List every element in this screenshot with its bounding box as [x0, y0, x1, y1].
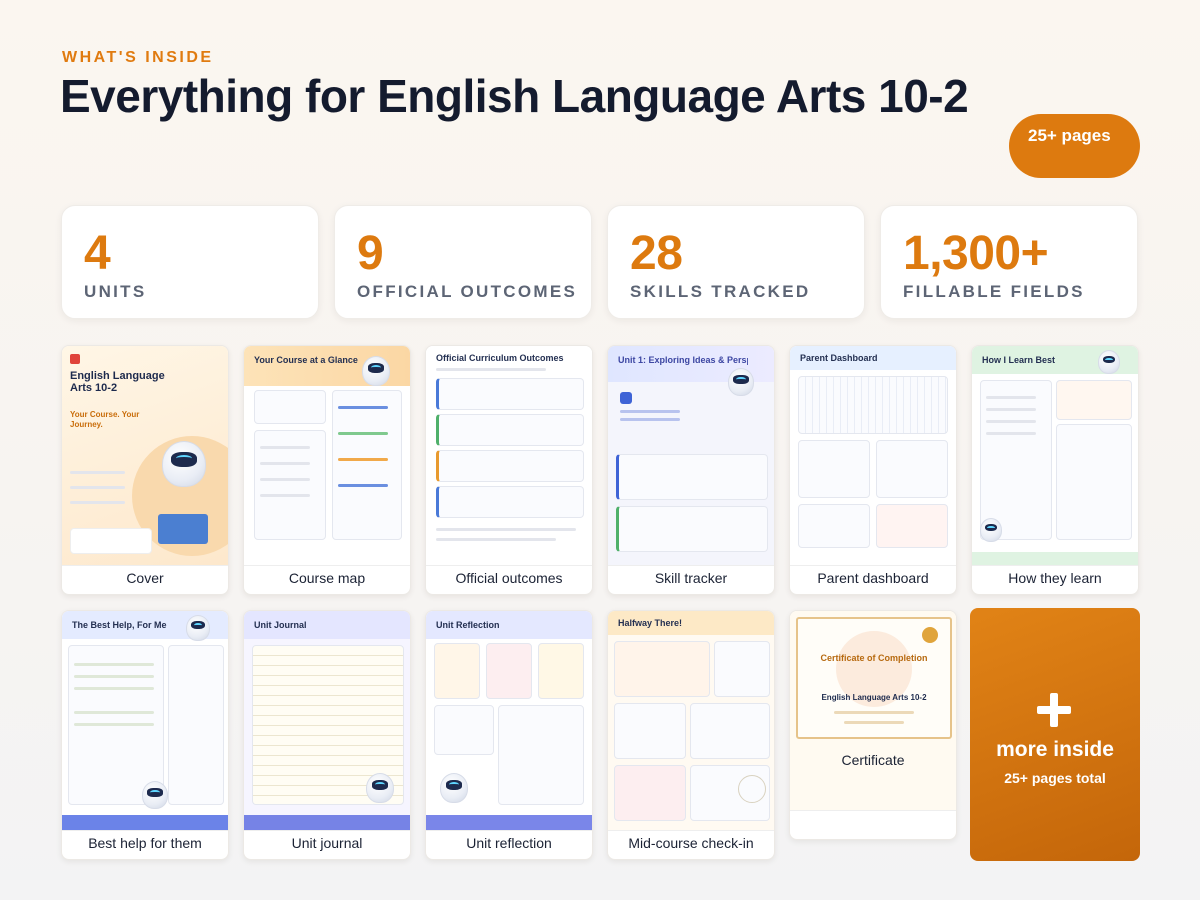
preview-card-unit-journal[interactable]: Unit Journal Unit journal: [243, 610, 411, 860]
more-inside-subtext: 25+ pages total: [1004, 770, 1106, 786]
preview-card-course-map[interactable]: Your Course at a Glance Course map: [243, 345, 411, 595]
preview-card-outcomes[interactable]: Official Curriculum Outcomes Official ou…: [425, 345, 593, 595]
card-caption: Mid-course check-in: [628, 835, 754, 851]
thumbnail-how-they-learn: How I Learn Best: [972, 346, 1138, 566]
thumb-title: English Language Arts 10-2: [70, 370, 165, 394]
stat-value: 4: [84, 227, 111, 280]
thumb-title: The Best Help, For Me: [72, 620, 167, 630]
robot-mascot-icon: [980, 518, 1002, 542]
thumbnail-course-map: Your Course at a Glance: [244, 346, 410, 566]
page-count-badge: 25+ pages: [1009, 114, 1140, 178]
stat-value: 9: [357, 227, 384, 280]
thumb-subtitle: Your Course. Your Journey.: [70, 410, 140, 429]
card-caption: Cover: [126, 570, 164, 586]
stat-card-outcomes: 9 OFFICIAL OUTCOMES: [334, 205, 592, 319]
robot-mascot-icon: [1098, 350, 1120, 374]
preview-card-unit-reflection[interactable]: Unit Reflection Unit reflection: [425, 610, 593, 860]
thumb-title: Parent Dashboard: [800, 353, 878, 363]
thumbnail-parent-dashboard: Parent Dashboard: [790, 346, 956, 566]
robot-mascot-icon: [362, 356, 390, 386]
thumbnail-unit-journal: Unit Journal: [244, 611, 410, 831]
stat-card-units: 4 UNITS: [61, 205, 319, 319]
more-inside-card[interactable]: more inside 25+ pages total: [970, 608, 1140, 861]
stat-label: SKILLS TRACKED: [630, 282, 811, 301]
plus-icon: [1037, 693, 1071, 727]
page-title: Everything for English Language Arts 10-…: [60, 70, 969, 122]
stat-card-fields: 1,300+ FILLABLE FIELDS: [880, 205, 1138, 319]
stat-value: 1,300+: [903, 227, 1049, 280]
thumb-title: Certificate of Completion: [820, 653, 928, 663]
thumb-subtitle: English Language Arts 10-2: [821, 693, 927, 702]
card-caption: Unit reflection: [466, 835, 552, 851]
preview-card-mid-course[interactable]: Halfway There! Mid-course check-in: [607, 610, 775, 860]
thumb-title: How I Learn Best: [982, 355, 1056, 365]
robot-mascot-icon: [728, 368, 754, 396]
thumb-title: Official Curriculum Outcomes: [436, 353, 564, 363]
robot-mascot-icon: [142, 781, 168, 809]
thumb-title: Unit 1: Exploring Ideas & Perspectives: [618, 355, 748, 365]
robot-mascot-icon: [440, 773, 468, 803]
eyebrow-label: WHAT'S INSIDE: [62, 49, 214, 66]
thumbnail-cover: English Language Arts 10-2 Your Course. …: [62, 346, 228, 566]
thumbnail-outcomes: Official Curriculum Outcomes: [426, 346, 592, 566]
card-caption: Certificate: [841, 752, 905, 768]
card-caption: Parent dashboard: [817, 570, 929, 586]
stat-card-skills: 28 SKILLS TRACKED: [607, 205, 865, 319]
robot-mascot-icon: [162, 441, 206, 487]
thumb-title: Unit Journal: [254, 620, 307, 630]
thumbnail-best-help: The Best Help, For Me: [62, 611, 228, 831]
preview-card-skill-tracker[interactable]: Unit 1: Exploring Ideas & Perspectives S…: [607, 345, 775, 595]
stat-label: UNITS: [84, 282, 147, 301]
card-caption: Course map: [288, 570, 366, 586]
card-caption: How they learn: [1008, 570, 1102, 586]
stat-label: OFFICIAL OUTCOMES: [357, 282, 578, 301]
thumbnail-skill-tracker: Unit 1: Exploring Ideas & Perspectives: [608, 346, 774, 566]
robot-mascot-icon: [366, 773, 394, 803]
card-caption: Official outcomes: [455, 570, 563, 586]
card-caption: Skill tracker: [654, 570, 728, 586]
more-inside-label: more inside: [996, 738, 1114, 761]
stat-label: FILLABLE FIELDS: [903, 282, 1085, 301]
preview-card-cover[interactable]: English Language Arts 10-2 Your Course. …: [61, 345, 229, 595]
thumbnail-unit-reflection: Unit Reflection: [426, 611, 592, 831]
preview-card-certificate[interactable]: Certificate of Completion English Langua…: [789, 610, 957, 840]
thumb-title: Halfway There!: [618, 618, 683, 628]
preview-card-best-help[interactable]: The Best Help, For Me Best help for them: [61, 610, 229, 860]
preview-card-how-they-learn[interactable]: How I Learn Best How they learn: [971, 345, 1139, 595]
thumbnail-mid-course: Halfway There!: [608, 611, 774, 831]
preview-card-parent-dashboard[interactable]: Parent Dashboard Parent dashboard: [789, 345, 957, 595]
robot-mascot-icon: [186, 615, 210, 641]
card-caption: Best help for them: [88, 835, 202, 851]
thumb-title: Unit Reflection: [436, 620, 500, 630]
thumbnail-certificate: Certificate of Completion English Langua…: [790, 611, 956, 811]
stat-value: 28: [630, 227, 683, 280]
card-caption: Unit journal: [291, 835, 363, 851]
